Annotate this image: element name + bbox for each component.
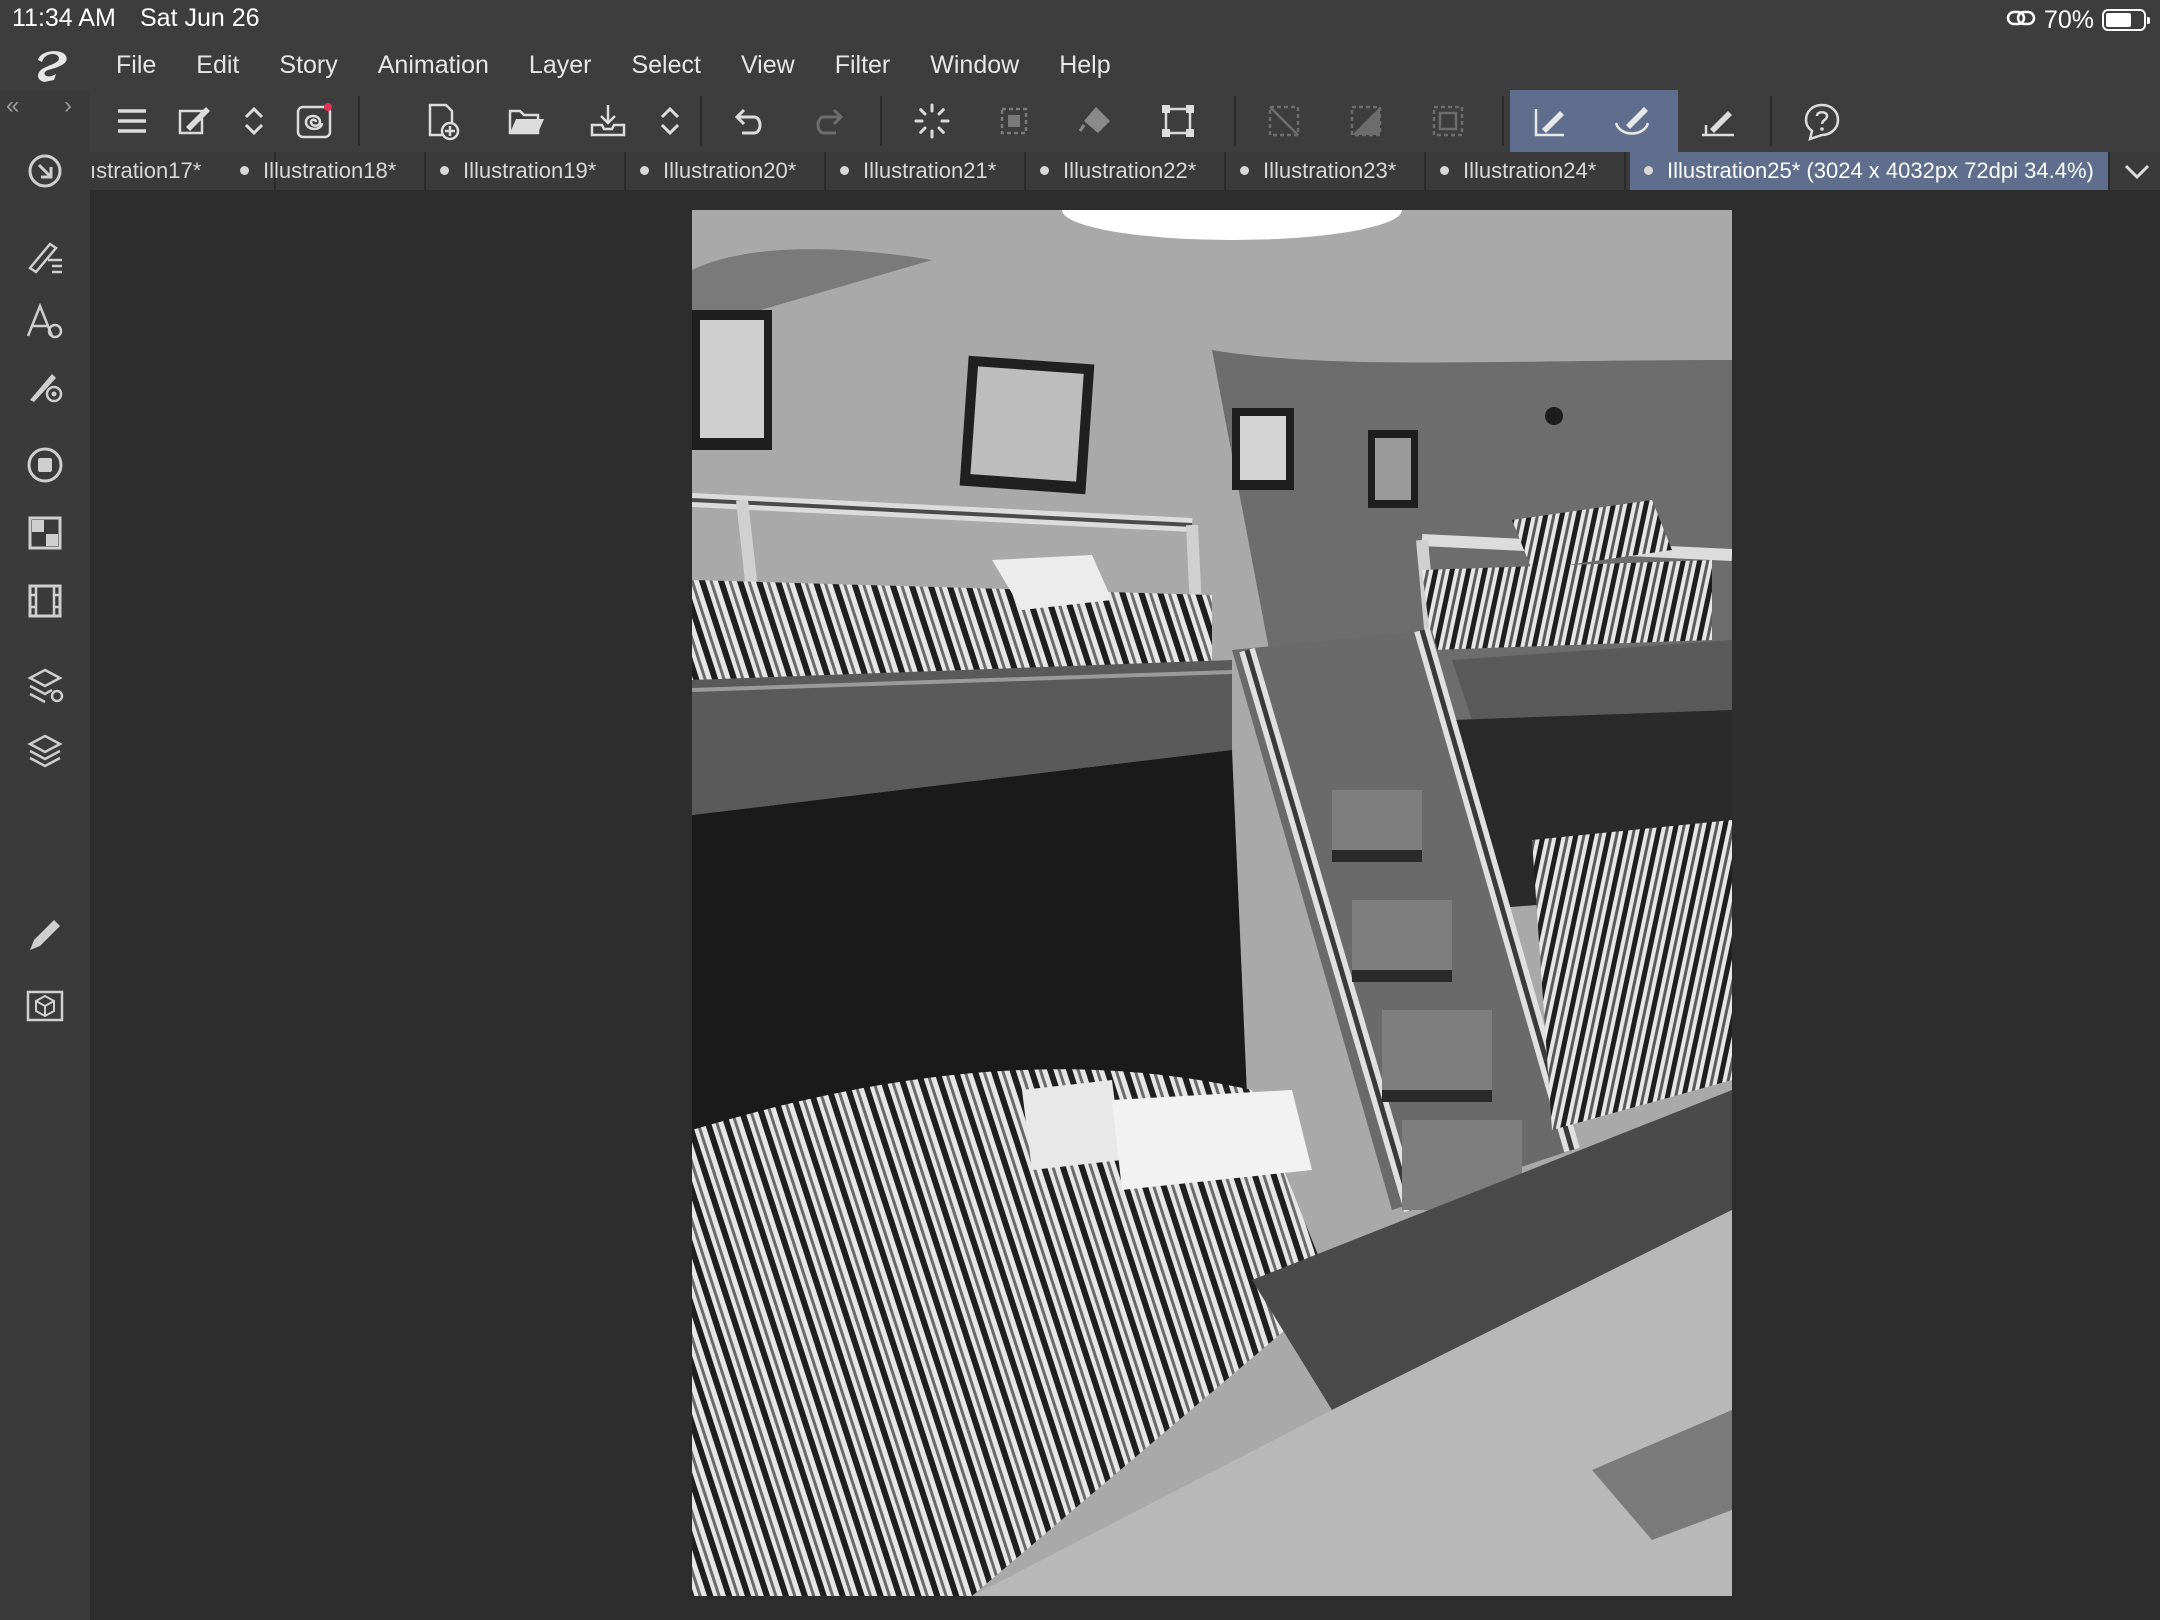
menu-bar: File Edit Story Animation Layer Select V… [0, 40, 2160, 90]
selection-border-icon[interactable] [1424, 98, 1472, 144]
menu-window[interactable]: Window [930, 40, 1019, 90]
menu-story[interactable]: Story [279, 40, 337, 90]
fill-icon[interactable] [1072, 98, 1120, 144]
modified-dot [1440, 165, 1449, 175]
brush-snap-icon[interactable] [1608, 98, 1656, 144]
modified-dot [1040, 165, 1049, 175]
posterized-bunk-bed-photo [692, 210, 1732, 1596]
open-folder-icon[interactable] [502, 98, 550, 144]
battery-percent: 70% [2043, 5, 2094, 34]
chevron-updown-icon[interactable] [646, 98, 694, 144]
toolbar-separator [1234, 96, 1236, 146]
tab-illustration21[interactable]: Illustration21* [826, 152, 1026, 190]
tab-illustration19[interactable]: Illustration19* [426, 152, 626, 190]
modified-dot [1240, 165, 1249, 175]
tool-property-icon[interactable] [24, 234, 66, 276]
tab-illustration24[interactable]: Illustration24* [1426, 152, 1626, 190]
undo-icon[interactable] [724, 98, 772, 144]
deselect-icon[interactable] [1260, 98, 1308, 144]
menu-select[interactable]: Select [631, 40, 700, 90]
battery-icon [2102, 9, 2150, 31]
chevron-updown-icon[interactable] [230, 98, 278, 144]
document-tab-bar: ıstration17* Illustration18* Illustratio… [90, 152, 2160, 190]
tab-illustration22[interactable]: Illustration22* [1026, 152, 1226, 190]
modified-dot [1644, 165, 1653, 175]
new-file-icon[interactable] [418, 98, 466, 144]
modified-dot [640, 165, 649, 175]
tab-illustration25[interactable]: Illustration25* (3024 x 4032px 72dpi 34.… [1630, 152, 2110, 190]
toolbar-separator [700, 96, 702, 146]
menu-icon[interactable] [108, 98, 156, 144]
ruler-icon[interactable] [1694, 98, 1742, 144]
canvas-artwork[interactable] [692, 210, 1732, 1596]
clear-selection-icon[interactable] [990, 98, 1038, 144]
tab-list-dropdown[interactable] [2114, 152, 2160, 190]
quick-access-icon[interactable] [24, 150, 66, 192]
timeline-icon[interactable] [24, 580, 66, 622]
modified-dot [840, 165, 849, 175]
chevron-down-icon [2124, 164, 2150, 180]
material-icon[interactable] [24, 512, 66, 554]
brush-settings-icon[interactable] [24, 364, 66, 406]
invert-selection-icon[interactable] [1342, 98, 1390, 144]
color-icon[interactable] [24, 444, 66, 486]
pen-snap-icon[interactable] [1526, 98, 1574, 144]
tab-illustration20[interactable]: Illustration20* [626, 152, 826, 190]
toolbar-separator [880, 96, 882, 146]
help-icon[interactable] [1798, 98, 1846, 144]
toolbar-separator [358, 96, 360, 146]
tab-illustration23[interactable]: Illustration23* [1226, 152, 1426, 190]
menu-filter[interactable]: Filter [835, 40, 891, 90]
pencil-icon[interactable] [24, 914, 66, 956]
collapse-left-icon[interactable]: « [6, 92, 19, 120]
text-settings-icon[interactable] [24, 300, 66, 342]
app-logo-icon[interactable] [30, 46, 78, 86]
menu-layer[interactable]: Layer [529, 40, 592, 90]
canvas-area[interactable] [90, 190, 2160, 1620]
tab-illustration18[interactable]: Illustration18* [226, 152, 426, 190]
redo-icon[interactable] [806, 98, 854, 144]
left-panel: « › [0, 90, 90, 1620]
expand-right-icon[interactable]: › [64, 92, 72, 120]
status-bar: 11:34 AM Sat Jun 26 70% [0, 0, 2160, 40]
modified-dot [240, 165, 249, 175]
status-date: Sat Jun 26 [140, 4, 260, 32]
save-icon[interactable] [584, 98, 632, 144]
toolbar [90, 90, 2160, 152]
toolbar-separator [1770, 96, 1772, 146]
loading-icon[interactable] [908, 98, 956, 144]
menu-file[interactable]: File [116, 40, 156, 90]
menu-edit[interactable]: Edit [196, 40, 239, 90]
link-icon [2006, 7, 2036, 34]
panel-collapse: « › [0, 90, 90, 124]
layers-icon[interactable] [24, 730, 66, 772]
status-indicators: 70% [2006, 4, 2150, 36]
modify-icon[interactable] [170, 98, 218, 144]
menu-view[interactable]: View [741, 40, 795, 90]
layer-property-icon[interactable] [24, 664, 66, 706]
modified-dot [440, 165, 449, 175]
spiral-icon[interactable] [290, 98, 338, 144]
toolbar-separator [1502, 96, 1504, 146]
transform-icon[interactable] [1154, 98, 1202, 144]
menu-help[interactable]: Help [1059, 40, 1110, 90]
3d-material-icon[interactable] [24, 984, 66, 1026]
menu-items: File Edit Story Animation Layer Select V… [116, 40, 1151, 90]
menu-animation[interactable]: Animation [378, 40, 489, 90]
status-time: 11:34 AM [12, 4, 116, 32]
